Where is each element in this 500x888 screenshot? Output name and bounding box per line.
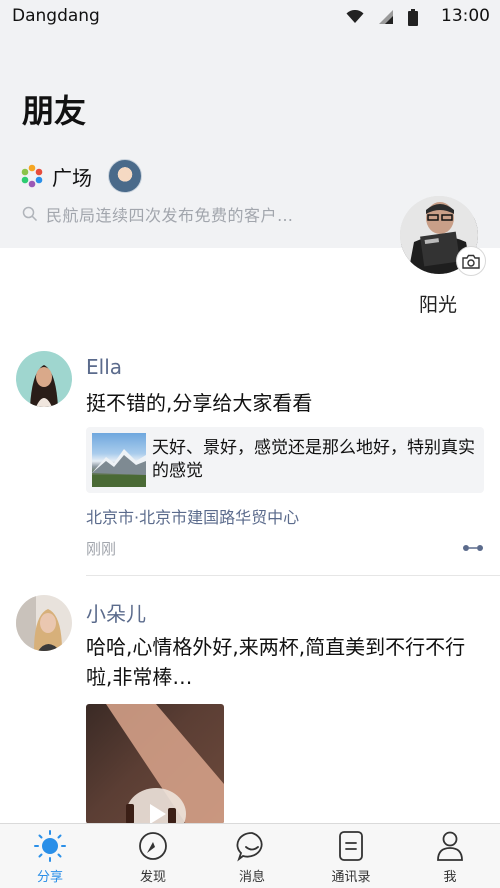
tab-label: 通讯录 [331,870,371,885]
pinwheel-icon [21,164,43,188]
more-options-icon[interactable] [462,541,484,555]
shared-link-card[interactable]: 天好、景好，感觉还是那么地好，特别真实的感觉 [86,427,484,493]
camera-icon [462,254,480,269]
mountain-photo [92,449,146,487]
signal-icon [379,10,393,24]
avatar-photo [16,351,72,407]
avatar-photo [16,595,72,651]
person-icon [437,831,463,861]
chat-bubble-icon [236,832,263,862]
contacts-icon [339,831,363,861]
search-icon [22,206,38,222]
profile-name: 阳光 [419,294,458,316]
video-thumbnail [106,704,224,824]
sun-icon [34,830,66,862]
tab-me[interactable]: 我 [415,830,485,886]
plaza-entry[interactable]: 广场 [20,158,142,194]
post-author-name[interactable]: 小朵儿 [86,598,146,627]
wifi-icon [346,10,364,23]
tab-label: 发现 [139,870,166,885]
tab-label: 分享 [36,870,63,885]
status-time: 13:00 [441,6,490,26]
search-bar[interactable]: 民航局连续四次发布免费的客户… [22,201,294,227]
status-icons [346,8,418,26]
post-photo[interactable] [86,704,224,824]
post-location[interactable]: 北京市·北京市建国路华贸中心 [86,504,299,528]
camera-button[interactable] [456,246,486,276]
compass-icon [139,832,167,860]
post-author-name[interactable]: Ella [86,355,122,379]
post-divider [86,575,500,576]
post-author-avatar[interactable] [16,595,72,651]
tab-label: 消息 [238,870,265,885]
status-app-name: Dangdang [12,6,100,26]
plaza-label: 广场 [52,165,92,190]
post-text: 哈哈,心情格外好,来两杯,简直美到不行不行啦,非常棒… [86,635,466,689]
post-author-avatar[interactable] [16,351,72,407]
plaza-user-avatar[interactable] [108,159,142,193]
page-title: 朋友 [22,92,87,130]
search-placeholder: 民航局连续四次发布免费的客户… [46,206,294,225]
battery-icon [408,8,418,26]
tab-contacts[interactable]: 通讯录 [316,830,386,886]
status-bar: Dangdang 13:00 [0,0,500,34]
tab-share[interactable]: 分享 [15,830,85,886]
tab-discover[interactable]: 发现 [118,830,188,886]
post-time: 刚刚 [86,540,117,558]
link-card-text: 天好、景好，感觉还是那么地好，特别真实的感觉 [152,438,475,481]
tab-label: 我 [443,870,457,885]
link-thumbnail [92,433,146,487]
post-text: 挺不错的,分享给大家看看 [86,391,313,415]
bottom-tab-bar: 分享 发现 消息 通讯录 我 [0,823,500,888]
tab-messages[interactable]: 消息 [217,830,287,886]
